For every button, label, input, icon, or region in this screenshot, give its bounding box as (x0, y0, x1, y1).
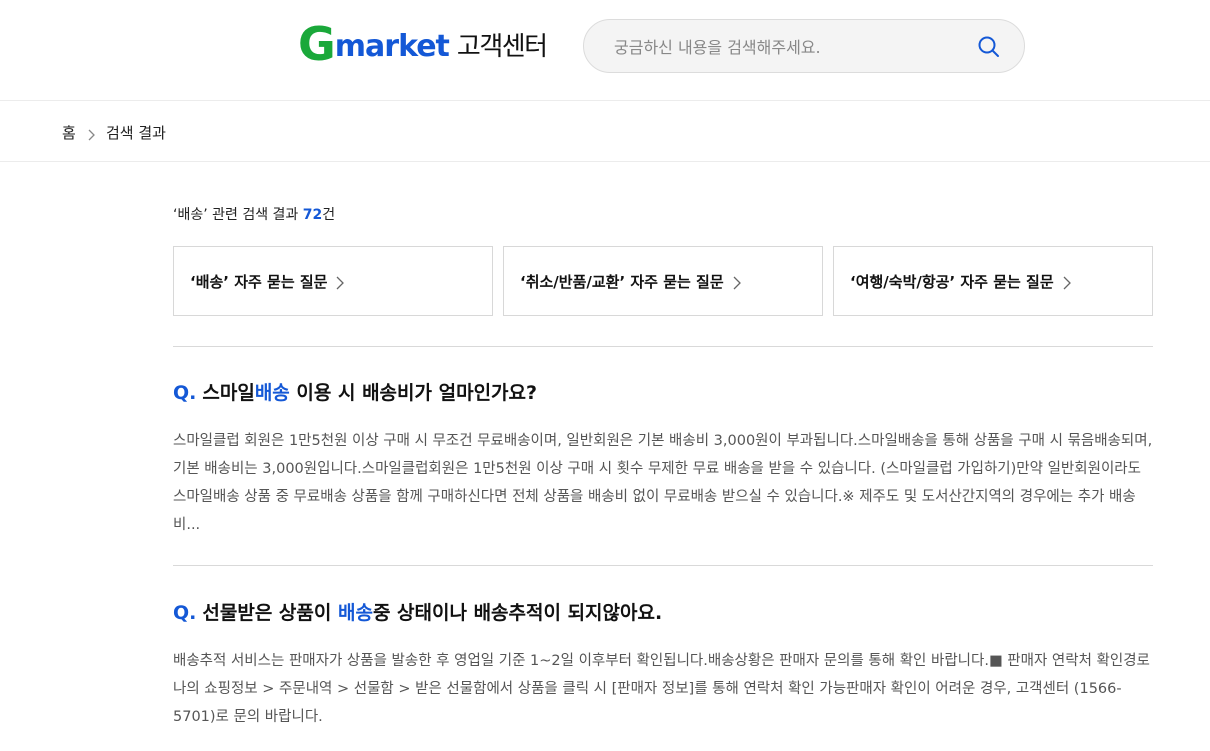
result-count-prefix: ‘배송’ 관련 검색 결과 (173, 207, 303, 223)
qa-title-before: 스마일 (202, 382, 255, 404)
site-header: Gmarket 고객센터 (0, 0, 1210, 101)
result-count-suffix: 건 (322, 207, 336, 223)
faq-category-cards: ‘배송’ 자주 묻는 질문 ‘취소/반품/교환’ 자주 묻는 질문 ‘여행/숙박… (173, 246, 1153, 316)
result-count-number: 72 (302, 207, 323, 223)
qa-item: Q. 스마일배송 이용 시 배송비가 얼마인가요? 스마일클럽 회원은 1만5천원… (173, 378, 1153, 539)
qa-body: 배송추적 서비스는 판매자가 상품을 발송한 후 영업일 기준 1~2일 이후부… (173, 653, 1150, 725)
faq-card-delivery[interactable]: ‘배송’ 자주 묻는 질문 (173, 246, 493, 316)
breadcrumb-current: 검색 결과 (106, 124, 166, 142)
qa-title[interactable]: Q. 스마일배송 이용 시 배송비가 얼마인가요? (173, 378, 1153, 405)
gmarket-logo[interactable]: Gmarket 고객센터 (298, 17, 548, 71)
search-icon[interactable] (976, 34, 1002, 60)
faq-card-travel-lodging-flight[interactable]: ‘여행/숙박/항공’ 자주 묻는 질문 (833, 246, 1153, 316)
divider (173, 346, 1153, 347)
breadcrumb-home[interactable]: 홈 (62, 122, 76, 143)
q-mark: Q. (173, 382, 197, 404)
qa-title[interactable]: Q. 선물받은 상품이 배송중 상태이나 배송추적이 되지않아요. (173, 598, 1153, 625)
qa-title-after: 이용 시 배송비가 얼마인가요? (289, 382, 538, 404)
divider (173, 565, 1153, 566)
qa-title-highlight: 배송 (337, 602, 373, 624)
logo-market: market (334, 29, 450, 64)
faq-card-label: ‘취소/반품/교환’ 자주 묻는 질문 (520, 273, 724, 291)
logo-customer-center: 고객센터 (456, 32, 548, 62)
qa-body: 스마일클럽 회원은 1만5천원 이상 구매 시 무조건 무료배송이며, 일반회원… (173, 433, 1153, 533)
faq-card-label: ‘여행/숙박/항공’ 자주 묻는 질문 (850, 273, 1054, 291)
chevron-right-icon (733, 276, 741, 289)
qa-title-after: 중 상태이나 배송추적이 되지않아요. (372, 602, 663, 624)
chevron-right-icon (86, 126, 96, 141)
chevron-right-icon (1063, 276, 1071, 289)
q-mark: Q. (173, 602, 197, 624)
chevron-right-icon (337, 276, 345, 289)
search-input[interactable] (614, 34, 954, 60)
logo-g: G (298, 17, 336, 71)
qa-title-before: 선물받은 상품이 (202, 602, 338, 624)
breadcrumb: 홈 검색 결과 (0, 101, 1210, 162)
qa-item: Q. 선물받은 상품이 배송중 상태이나 배송추적이 되지않아요. 배송추적 서비… (173, 598, 1153, 731)
faq-card-cancel-return-exchange[interactable]: ‘취소/반품/교환’ 자주 묻는 질문 (503, 246, 823, 316)
qa-title-highlight: 배송 (254, 382, 290, 404)
result-count: ‘배송’ 관련 검색 결과 72건 (173, 204, 335, 224)
faq-card-label: ‘배송’ 자주 묻는 질문 (190, 273, 328, 291)
search-box (583, 19, 1025, 73)
